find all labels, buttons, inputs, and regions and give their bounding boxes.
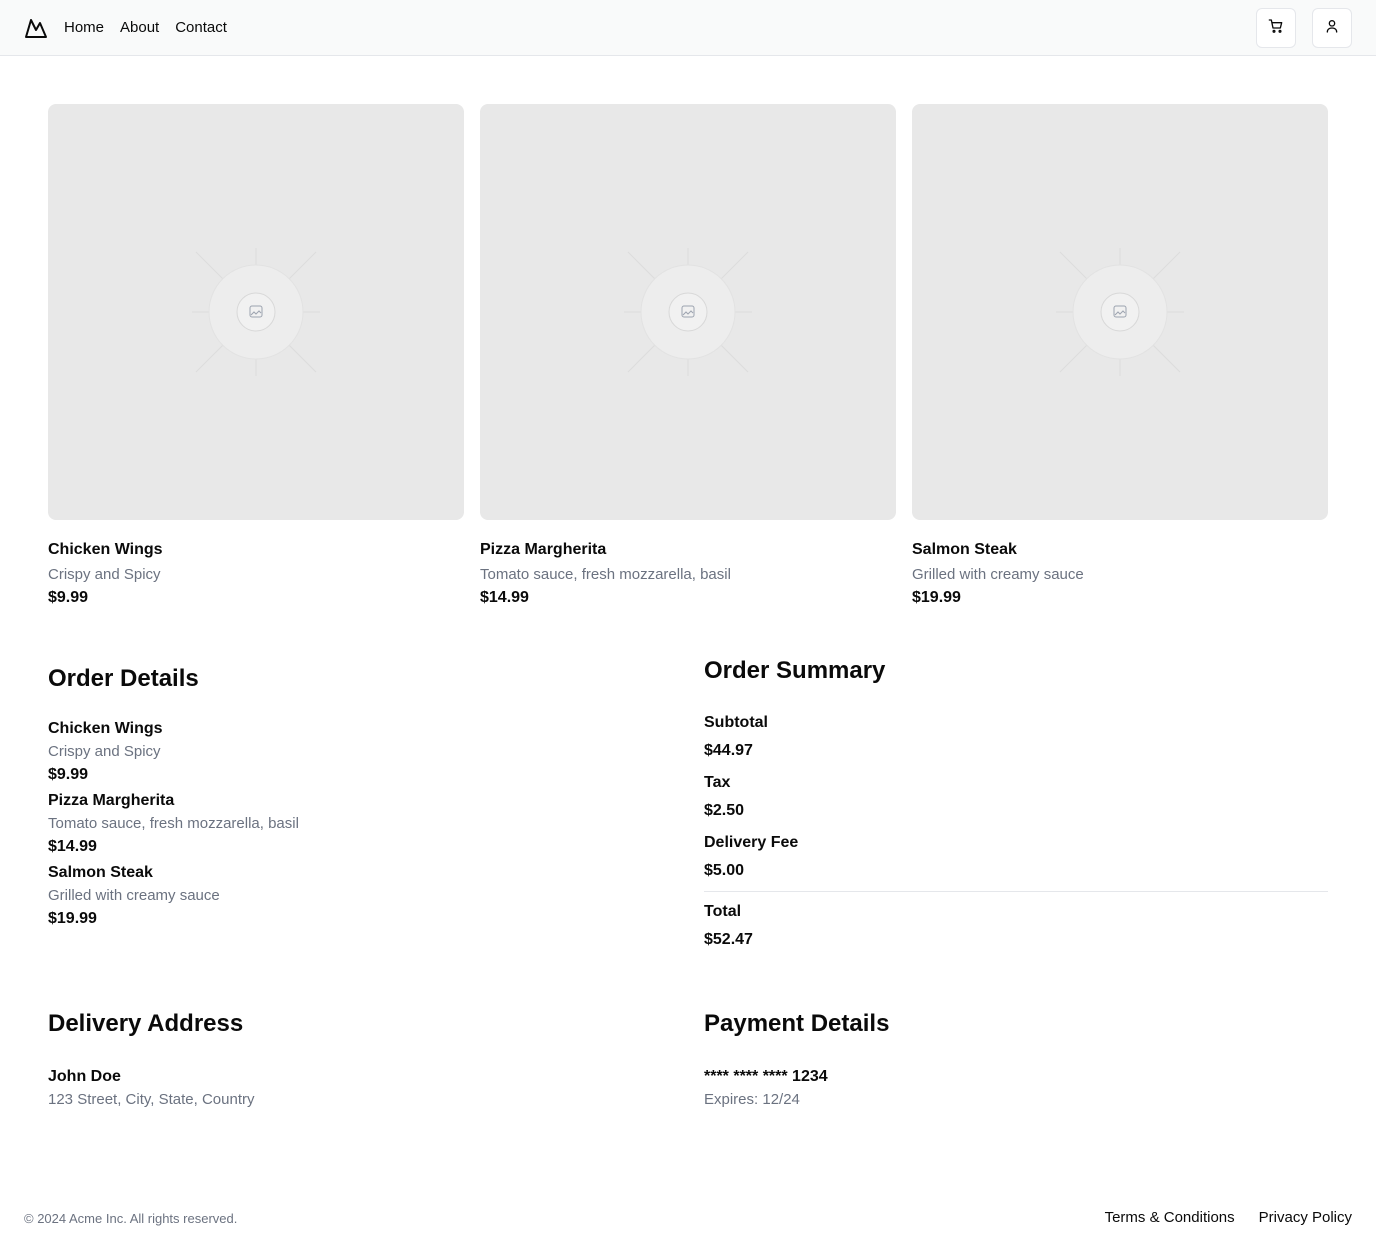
total-label: Total bbox=[704, 903, 742, 920]
order-item: Chicken Wings Crispy and Spicy $9.99 bbox=[48, 719, 648, 785]
product-description: Crispy and Spicy bbox=[48, 566, 161, 583]
copyright-text: © 2024 Acme Inc. All rights reserved. bbox=[24, 1211, 238, 1226]
product-card[interactable]: Chicken Wings Crispy and Spicy $9.99 bbox=[48, 104, 464, 608]
product-description: Grilled with creamy sauce bbox=[912, 566, 1084, 583]
order-item-price: $19.99 bbox=[48, 910, 97, 927]
payment-details-section: Payment Details **** **** **** 1234 Expi… bbox=[704, 1009, 1328, 1110]
order-item-price: $9.99 bbox=[48, 766, 89, 783]
order-item: Pizza Margherita Tomato sauce, fresh moz… bbox=[48, 791, 648, 857]
product-price: $19.99 bbox=[912, 589, 961, 606]
product-card[interactable]: Pizza Margherita Tomato sauce, fresh moz… bbox=[480, 104, 896, 608]
subtotal-label: Subtotal bbox=[704, 714, 768, 731]
user-icon bbox=[1324, 18, 1340, 39]
card-expiry: Expires: 12/24 bbox=[704, 1091, 800, 1108]
order-item-price: $14.99 bbox=[48, 838, 97, 855]
product-image[interactable] bbox=[480, 104, 896, 520]
delivery-fee-label: Delivery Fee bbox=[704, 834, 799, 851]
terms-link[interactable]: Terms & Conditions bbox=[1105, 1209, 1235, 1226]
summary-row-tax: Tax $2.50 bbox=[704, 773, 1328, 821]
total-value: $52.47 bbox=[704, 931, 753, 948]
product-name: Salmon Steak bbox=[912, 541, 1017, 558]
nav-about-link[interactable]: About bbox=[120, 18, 159, 38]
product-description: Tomato sauce, fresh mozzarella, basil bbox=[480, 566, 731, 583]
delivery-fee-value: $5.00 bbox=[704, 862, 745, 879]
summary-divider bbox=[704, 891, 1328, 892]
nav-contact-link[interactable]: Contact bbox=[175, 18, 227, 38]
shopping-cart-icon bbox=[1268, 18, 1284, 39]
placeholder-image-icon bbox=[624, 248, 752, 376]
order-item-name: Pizza Margherita bbox=[48, 792, 175, 809]
placeholder-image-icon bbox=[192, 248, 320, 376]
product-image[interactable] bbox=[912, 104, 1328, 520]
order-summary-title: Order Summary bbox=[704, 657, 886, 684]
delivery-address-title: Delivery Address bbox=[48, 1010, 244, 1037]
order-details-title: Order Details bbox=[48, 665, 199, 692]
order-item-description: Grilled with creamy sauce bbox=[48, 887, 220, 904]
top-header: Home About Contact bbox=[0, 0, 1376, 56]
summary-row-delivery-fee: Delivery Fee $5.00 bbox=[704, 833, 1328, 881]
cart-button[interactable] bbox=[1256, 8, 1296, 48]
product-price: $14.99 bbox=[480, 589, 529, 606]
tax-value: $2.50 bbox=[704, 802, 745, 819]
recipient-name: John Doe bbox=[48, 1068, 121, 1085]
summary-row-subtotal: Subtotal $44.97 bbox=[704, 713, 1328, 761]
payment-details-title: Payment Details bbox=[704, 1010, 890, 1037]
order-item-name: Chicken Wings bbox=[48, 720, 163, 737]
privacy-policy-link[interactable]: Privacy Policy bbox=[1259, 1209, 1352, 1226]
footer-links: Terms & Conditions Privacy Policy bbox=[1105, 1209, 1352, 1226]
product-grid: Chicken Wings Crispy and Spicy $9.99 Piz… bbox=[48, 104, 1328, 608]
product-name: Chicken Wings bbox=[48, 541, 163, 558]
mountain-logo-icon[interactable] bbox=[24, 16, 48, 40]
tax-label: Tax bbox=[704, 774, 731, 791]
page-footer: © 2024 Acme Inc. All rights reserved. Te… bbox=[0, 1199, 1376, 1239]
card-number: **** **** **** 1234 bbox=[704, 1068, 828, 1085]
product-card[interactable]: Salmon Steak Grilled with creamy sauce $… bbox=[912, 104, 1328, 608]
order-item-name: Salmon Steak bbox=[48, 864, 153, 881]
nav-home-link[interactable]: Home bbox=[64, 18, 104, 38]
delivery-address-section: Delivery Address John Doe 123 Street, Ci… bbox=[48, 1009, 648, 1110]
order-item-description: Crispy and Spicy bbox=[48, 743, 161, 760]
main-nav: Home About Contact bbox=[64, 18, 227, 38]
user-account-button[interactable] bbox=[1312, 8, 1352, 48]
product-name: Pizza Margherita bbox=[480, 541, 607, 558]
order-details-section: Order Details Chicken Wings Crispy and S… bbox=[48, 664, 648, 935]
street-address: 123 Street, City, State, Country bbox=[48, 1091, 255, 1108]
subtotal-value: $44.97 bbox=[704, 742, 753, 759]
product-image[interactable] bbox=[48, 104, 464, 520]
order-summary-section: Order Summary Subtotal $44.97 Tax $2.50 … bbox=[704, 656, 1328, 962]
summary-row-total: Total $52.47 bbox=[704, 902, 1328, 950]
order-item: Salmon Steak Grilled with creamy sauce $… bbox=[48, 863, 648, 929]
placeholder-image-icon bbox=[1056, 248, 1184, 376]
order-item-description: Tomato sauce, fresh mozzarella, basil bbox=[48, 815, 299, 832]
product-price: $9.99 bbox=[48, 589, 89, 606]
